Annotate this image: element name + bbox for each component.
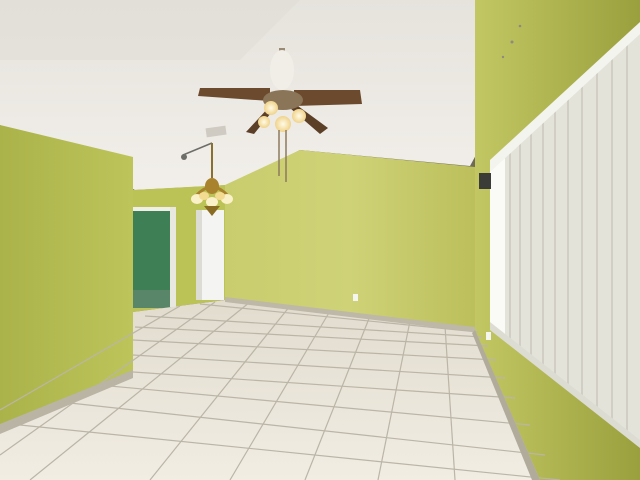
outlet-right-wall [486,332,491,340]
ceiling-mark [510,40,514,44]
doorway-frame [133,207,176,211]
ceiling-mark [501,55,505,59]
room-photo [0,0,640,480]
white-door-frame [196,210,202,300]
blind-bracket [479,173,491,189]
doorway-floor [133,290,170,308]
room-illustration [0,0,640,480]
ceiling-mark [518,24,522,28]
outlet-back-wall [353,294,358,301]
doorway-frame-side [170,207,176,307]
